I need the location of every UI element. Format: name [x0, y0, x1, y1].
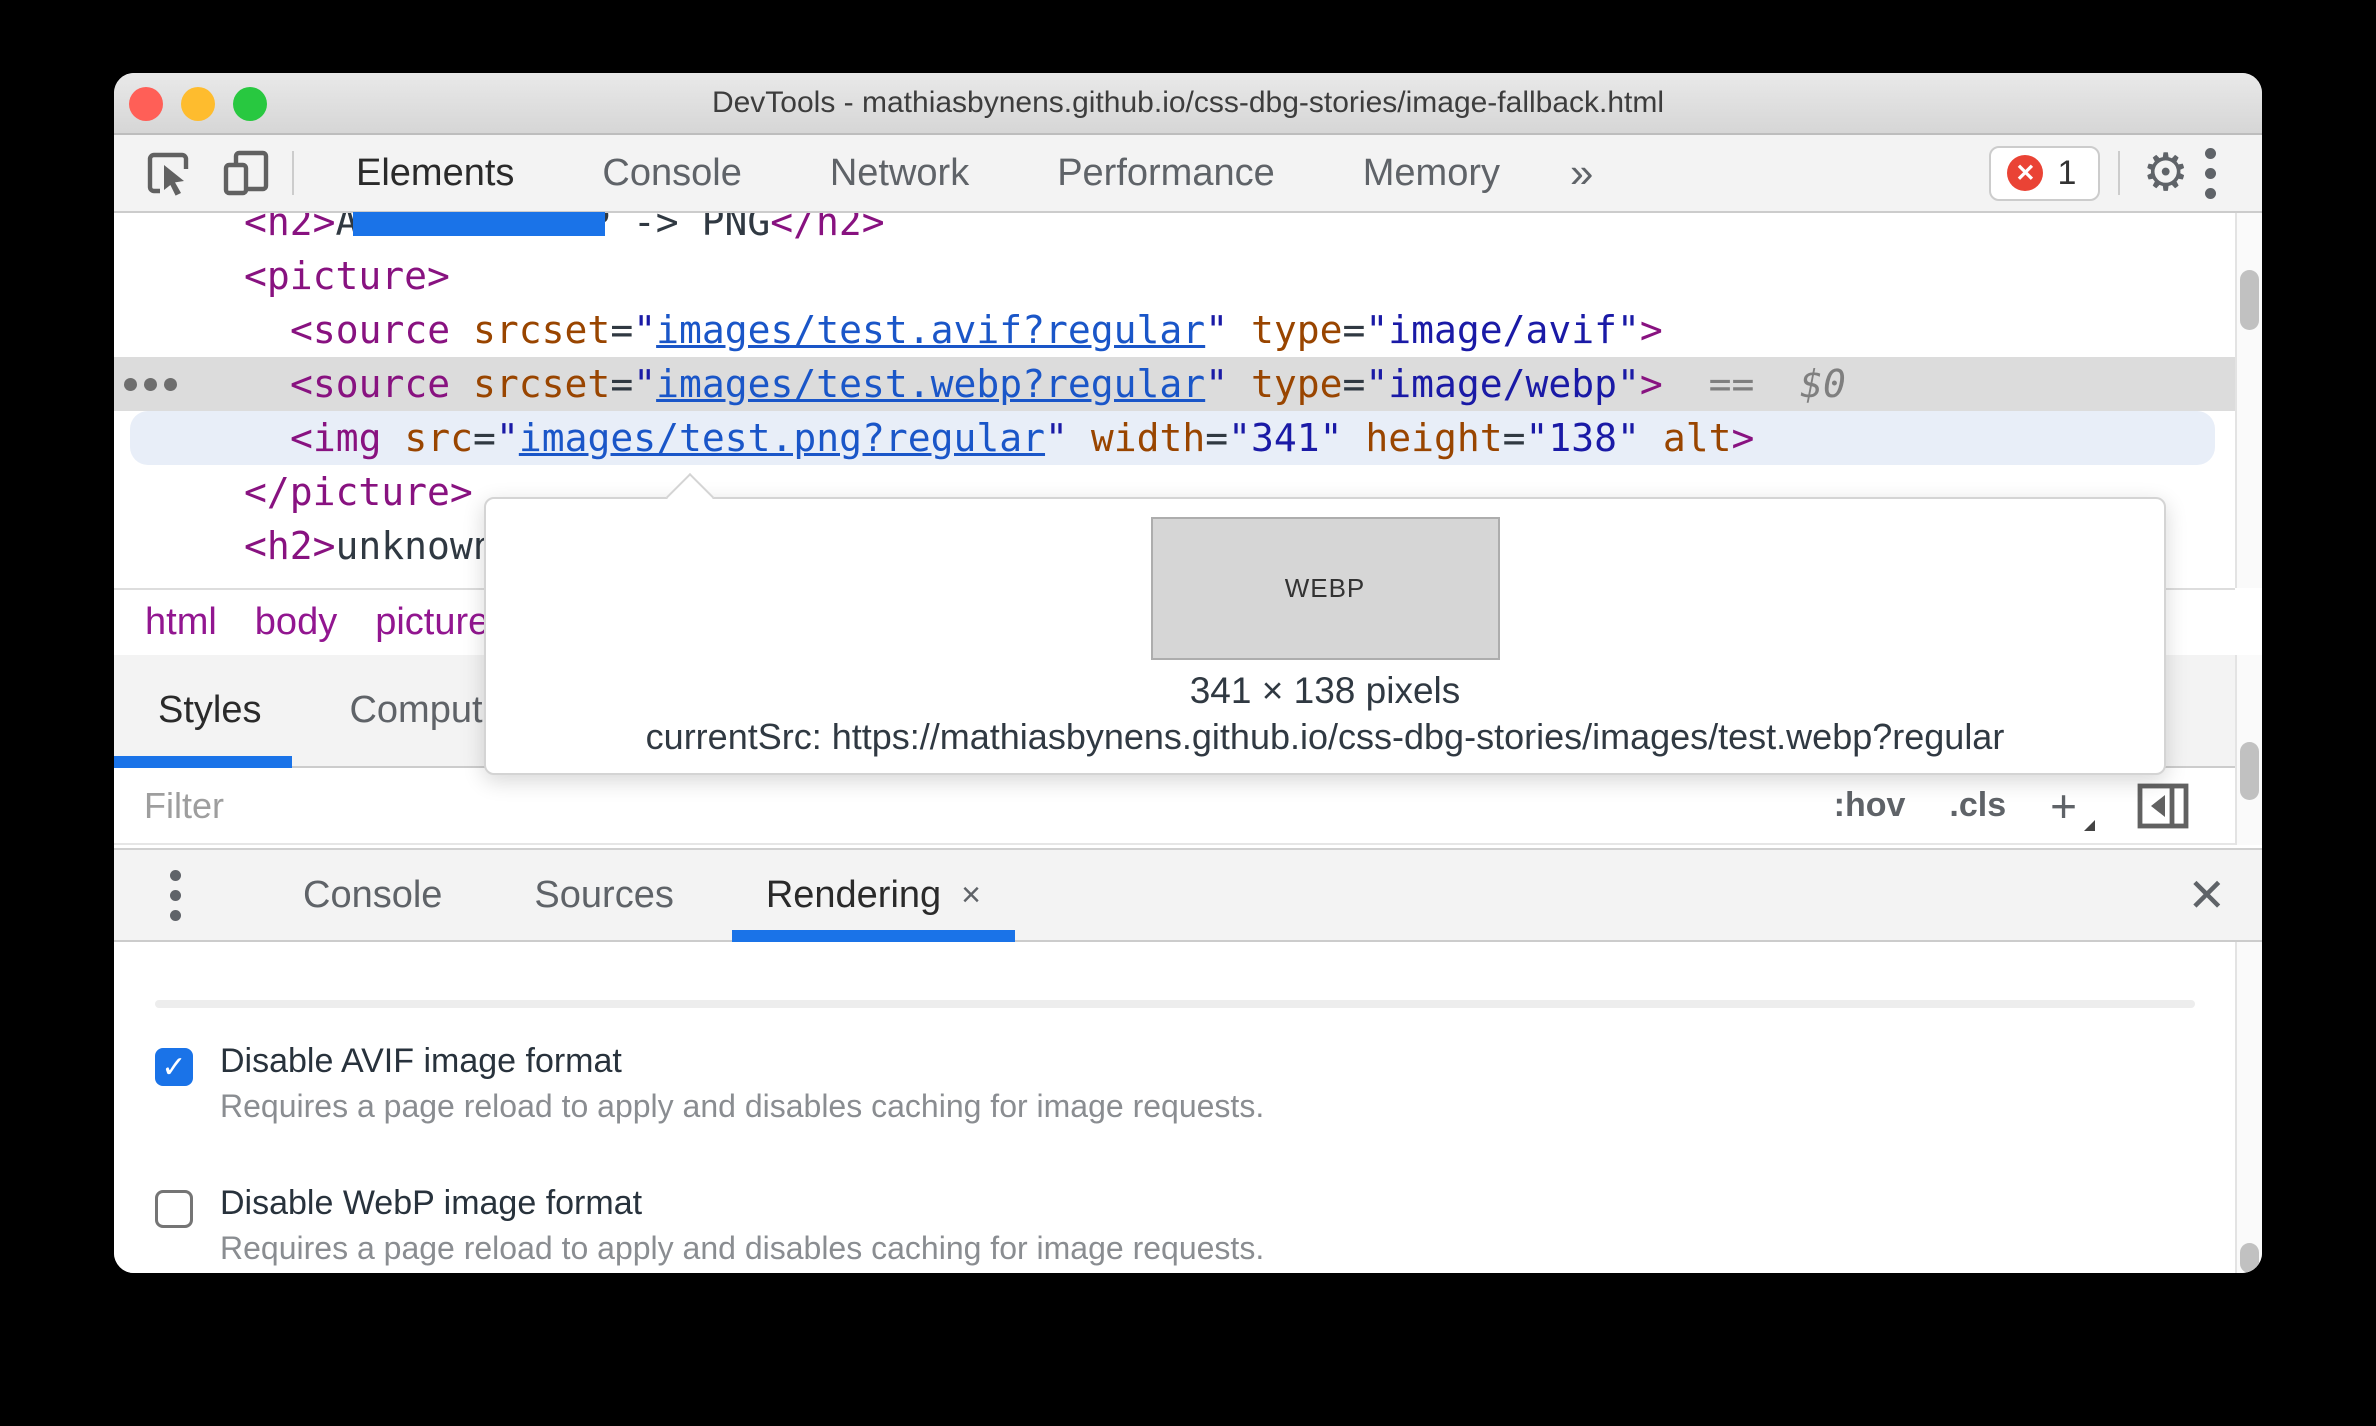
devtools-window: DevTools - mathiasbynens.github.io/css-d… [114, 73, 2262, 1273]
rendering-panel: ✓ Disable AVIF image format Requires a p… [114, 942, 2235, 1273]
tab-performance[interactable]: Performance [1013, 135, 1319, 211]
tab-styles-label: Styles [158, 689, 262, 731]
devtools-toolbar: Elements Console Network Performance Mem… [114, 135, 2262, 213]
image-dimensions: 341 × 138 pixels [1189, 670, 1461, 711]
error-count: 1 [2057, 153, 2077, 192]
disable-avif-label[interactable]: Disable AVIF image format [220, 1038, 1264, 1084]
disable-webp-checkbox[interactable] [155, 1190, 193, 1228]
styles-filter-row: :hov .cls + [114, 768, 2235, 845]
show-sidebar-icon[interactable] [2137, 783, 2189, 829]
overflow-dots-icon[interactable] [124, 357, 177, 411]
breadcrumb-picture[interactable]: picture [375, 601, 489, 644]
close-drawer-icon[interactable]: ✕ [2187, 868, 2226, 922]
code-line[interactable]: <source srcset="images/test.avif?regular… [114, 303, 2235, 357]
more-tabs-icon[interactable]: » [1544, 149, 1619, 197]
drawer-scrollbar[interactable] [2235, 942, 2262, 1273]
new-style-rule-button[interactable]: + [2050, 779, 2095, 833]
breadcrumb-html[interactable]: html [145, 601, 217, 644]
section-divider [155, 1000, 2195, 1008]
tab-memory[interactable]: Memory [1319, 135, 1544, 211]
toolbar-separator [292, 151, 294, 195]
error-icon: ✕ [2007, 155, 2044, 191]
error-badge[interactable]: ✕ 1 [1989, 145, 2101, 201]
styles-scrollbar[interactable] [2235, 655, 2262, 845]
toolbar-separator [2118, 151, 2121, 195]
panel-tabs: Elements Console Network Performance Mem… [312, 135, 1619, 211]
code-line[interactable]: <source srcset="images/test.webp?regular… [114, 357, 2235, 411]
tab-elements[interactable]: Elements [312, 135, 558, 211]
image-current-src: currentSrc: https://mathiasbynens.github… [645, 716, 2005, 757]
disable-avif-checkbox[interactable]: ✓ [155, 1048, 193, 1086]
code-line[interactable]: <picture> [114, 249, 2235, 303]
scrollbar-thumb[interactable] [2240, 1243, 2259, 1273]
styles-filter-input[interactable] [114, 784, 714, 827]
image-preview-thumbnail: WEBP [1150, 517, 1500, 660]
drawer-tabbar: Console Sources Rendering × ✕ [114, 848, 2262, 942]
drawer-tab-console-label: Console [303, 873, 443, 916]
code-line[interactable]: <img src="images/test.png?regular" width… [130, 411, 2215, 465]
image-preview-label: WEBP [1284, 573, 1366, 603]
elements-tab-underline [353, 212, 605, 236]
more-options-kebab-icon[interactable] [2193, 147, 2228, 199]
scrollbar-thumb[interactable] [2240, 270, 2259, 330]
image-preview-tooltip: WEBP 341 × 138 pixels currentSrc: https:… [484, 472, 2166, 775]
disable-avif-description: Requires a page reload to apply and disa… [220, 1088, 1265, 1124]
styles-tab-underline [114, 756, 292, 768]
drawer-tab-console[interactable]: Console [257, 850, 488, 940]
window-title: DevTools - mathiasbynens.github.io/css-d… [711, 86, 1665, 119]
elements-scrollbar[interactable] [2235, 213, 2262, 588]
titlebar: DevTools - mathiasbynens.github.io/css-d… [114, 73, 2262, 135]
tab-console[interactable]: Console [558, 135, 785, 211]
drawer-tab-sources-label: Sources [534, 873, 674, 916]
drawer-tab-rendering-label: Rendering [765, 873, 942, 916]
drawer-tab-sources[interactable]: Sources [488, 850, 719, 940]
tab-network[interactable]: Network [786, 135, 1013, 211]
breadcrumb-body[interactable]: body [255, 601, 337, 644]
tab-styles[interactable]: Styles [114, 655, 305, 766]
inspect-element-icon[interactable] [140, 145, 196, 201]
close-rendering-tab-icon[interactable]: × [961, 876, 981, 915]
toggle-class-button[interactable]: .cls [1949, 786, 2006, 825]
scrollbar-thumb[interactable] [2240, 742, 2259, 800]
plus-icon: + [2050, 779, 2077, 832]
toggle-hover-state-button[interactable]: :hov [1834, 786, 1906, 825]
disable-webp-row: Disable WebP image format Requires a pag… [155, 1180, 2235, 1270]
disable-webp-description: Requires a page reload to apply and disa… [220, 1230, 1265, 1266]
rendering-tab-underline [731, 930, 1016, 942]
disable-webp-label[interactable]: Disable WebP image format [220, 1180, 1264, 1226]
drawer-tab-rendering[interactable]: Rendering × [720, 850, 1027, 942]
disable-avif-row: ✓ Disable AVIF image format Requires a p… [155, 1038, 2235, 1128]
settings-gear-icon[interactable]: ⚙ [2142, 147, 2189, 199]
toggle-device-toolbar-icon[interactable] [218, 145, 274, 201]
drawer-menu-kebab-icon[interactable] [158, 869, 193, 921]
